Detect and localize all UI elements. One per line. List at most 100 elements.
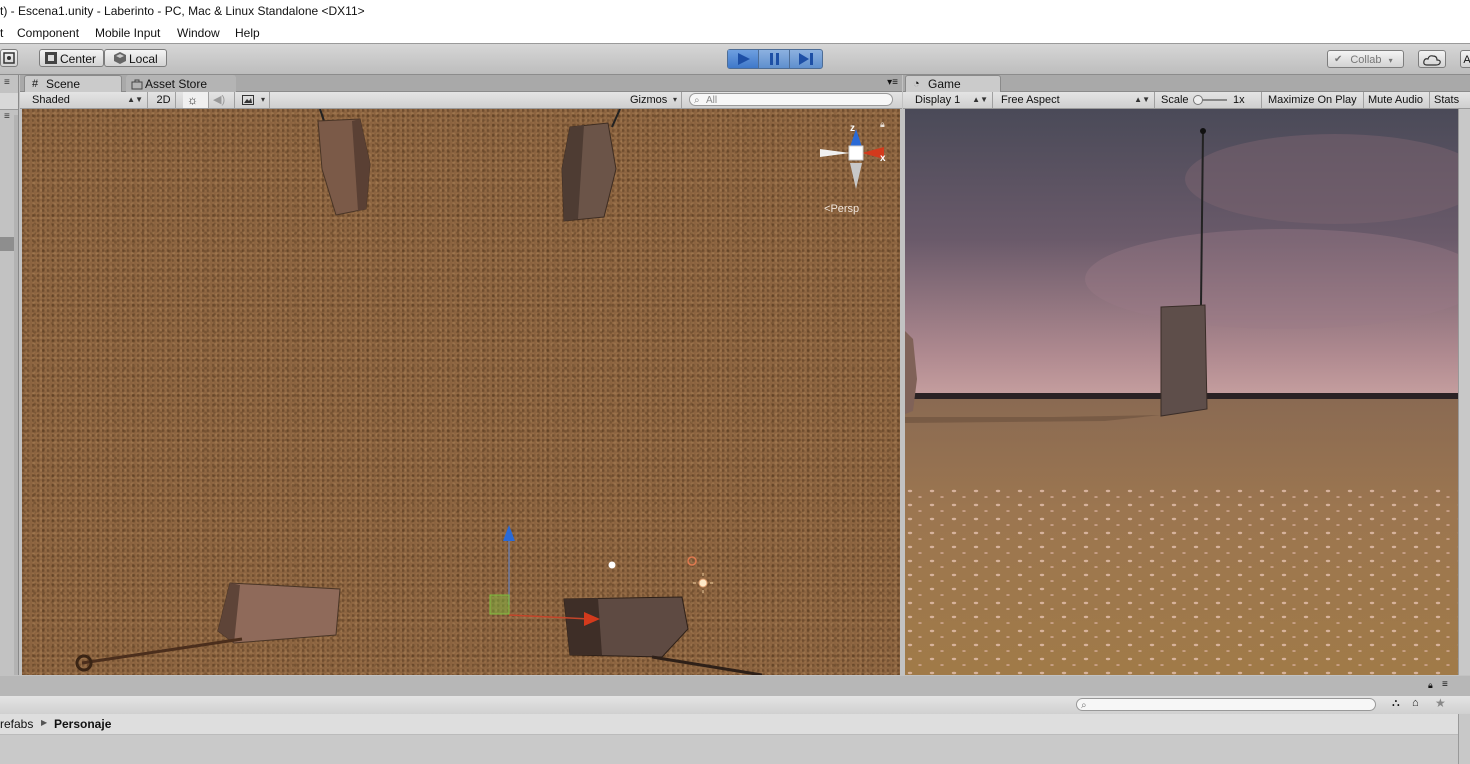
- audio-toggle[interactable]: ◀): [209, 92, 235, 108]
- account-button[interactable]: A: [1460, 50, 1470, 68]
- pause-icon: [770, 53, 779, 65]
- game-icon: ◔: [913, 78, 920, 90]
- pivot-label: Center: [60, 52, 97, 66]
- lighting-toggle[interactable]: ☼: [183, 92, 209, 108]
- ground-pebbles: [905, 489, 1458, 675]
- chevron-icon: ▲▼: [1134, 95, 1150, 104]
- breadcrumb-separator-icon: ▶: [41, 718, 48, 727]
- tower-stone: [1160, 304, 1208, 417]
- chevron-icon: ▲▼: [972, 95, 988, 104]
- scale-control[interactable]: Scale 1x: [1157, 92, 1262, 108]
- star-icon[interactable]: ★: [1435, 696, 1446, 710]
- center-cube: [848, 145, 864, 161]
- gizmos-dropdown[interactable]: Gizmos ▾: [626, 92, 682, 108]
- menu-icon[interactable]: ≡: [1442, 679, 1448, 690]
- space-label: Local: [129, 52, 158, 66]
- grid-icon: #: [32, 78, 39, 90]
- rope-line: [611, 109, 621, 128]
- pivot-local-button[interactable]: Local: [104, 49, 167, 67]
- maximize-on-play-toggle[interactable]: Maximize On Play: [1264, 92, 1364, 108]
- pole-top: [1200, 128, 1206, 134]
- tab-asset-store[interactable]: Asset Store: [126, 75, 236, 92]
- mode-2d-label: 2D: [156, 94, 171, 106]
- game-render: [905, 109, 1458, 675]
- play-button[interactable]: [728, 50, 759, 68]
- project-search-input[interactable]: ⌕: [1076, 698, 1376, 711]
- menu-item-help[interactable]: Help: [235, 26, 260, 40]
- breadcrumb-item[interactable]: refabs: [0, 717, 33, 731]
- hierarchy-panel-edge: ≡ ≡: [0, 75, 19, 675]
- camera-gizmo-icon: [608, 561, 616, 569]
- hierarchy-toolbar-edge: [0, 93, 18, 110]
- pause-button[interactable]: [759, 50, 790, 68]
- scrollbar[interactable]: [14, 115, 18, 675]
- mute-audio-toggle[interactable]: Mute Audio: [1364, 92, 1430, 108]
- scene-viewport[interactable]: z x <Persp 🔒︎: [22, 109, 900, 675]
- panel-menu-icon[interactable]: ▾≡: [887, 77, 898, 88]
- menu-icon[interactable]: ≡: [4, 77, 10, 88]
- menu-item-window[interactable]: Window: [177, 26, 220, 40]
- project-tab-strip: 🔒︎ ≡: [0, 676, 1470, 697]
- tab-scene[interactable]: # Scene: [24, 75, 122, 92]
- step-icon: [799, 53, 813, 65]
- orientation-gizmo[interactable]: [816, 123, 896, 213]
- step-button[interactable]: [790, 50, 821, 68]
- collab-button[interactable]: ✔ Collab ▾: [1327, 50, 1404, 68]
- project-scrollbar[interactable]: [1458, 714, 1470, 764]
- light-gizmo-icon: [687, 556, 697, 566]
- game-viewport[interactable]: [905, 109, 1458, 675]
- check-icon: ✔: [1334, 54, 1343, 65]
- chevron-down-icon: ▾: [1388, 56, 1393, 65]
- menu-icon[interactable]: ≡: [4, 111, 10, 122]
- filter-type-icon[interactable]: ⛬: [1392, 697, 1400, 710]
- mode-2d-toggle[interactable]: 2D: [152, 92, 176, 108]
- scale-label: Scale: [1161, 94, 1189, 106]
- cloud-button[interactable]: [1418, 50, 1446, 68]
- label-icon[interactable]: ⌂: [1412, 697, 1419, 709]
- neg-y-axis-cone: [850, 163, 862, 189]
- menu-item-edit[interactable]: t: [0, 26, 3, 40]
- lock-icon[interactable]: 🔒︎: [880, 119, 885, 130]
- store-icon: [131, 79, 143, 90]
- stats-toggle[interactable]: Stats: [1430, 92, 1470, 108]
- scale-value: 1x: [1233, 94, 1245, 106]
- menu-item-component[interactable]: Component: [17, 26, 79, 40]
- sun-icon: ☼: [187, 93, 198, 107]
- scene-toolbar: Shaded ▲▼ 2D ☼ ◀) ▾ Gizmos ▾ ⌕ All: [20, 92, 902, 109]
- project-panel: 🔒︎ ≡ ⌕ ⛬ ⌂ ★ refabs ▶ Personaje: [0, 676, 1470, 764]
- scale-slider-thumb[interactable]: [1193, 95, 1203, 105]
- mute-label: Mute Audio: [1368, 94, 1424, 106]
- rect-tool-button[interactable]: [0, 49, 18, 67]
- shading-mode-dropdown[interactable]: Shaded ▲▼: [28, 92, 148, 108]
- project-toolbar: ⌕ ⛬ ⌂ ★: [0, 696, 1470, 715]
- axis-label-z: z: [850, 123, 855, 134]
- project-content-area[interactable]: [0, 735, 1460, 764]
- pivot-center-button[interactable]: Center: [39, 49, 104, 67]
- scene-search-input[interactable]: ⌕ All: [689, 93, 893, 106]
- sun-gizmo-icon: [698, 578, 708, 588]
- tab-asset-store-label: Asset Store: [145, 77, 208, 91]
- window-title: t) - Escena1.unity - Laberinto - PC, Mac…: [0, 4, 365, 18]
- tab-game[interactable]: ◔ Game: [905, 75, 1001, 92]
- window-title-bar: t) - Escena1.unity - Laberinto - PC, Mac…: [0, 0, 1470, 24]
- rod-line: [651, 655, 763, 675]
- lock-icon[interactable]: 🔒︎: [1428, 680, 1433, 691]
- effects-dropdown[interactable]: ▾: [238, 92, 270, 108]
- search-icon: ⌕: [694, 95, 700, 106]
- rect-tool-icon: [3, 52, 15, 64]
- breadcrumb: refabs ▶ Personaje: [0, 714, 1460, 735]
- menu-item-mobile-input[interactable]: Mobile Input: [95, 26, 160, 40]
- play-icon: [738, 53, 750, 65]
- menu-bar: t Component Mobile Input Window Help: [0, 24, 1470, 44]
- projection-toggle[interactable]: <Persp: [824, 203, 859, 215]
- display-dropdown[interactable]: Display 1 ▲▼: [911, 92, 993, 108]
- game-scrollbar[interactable]: [1458, 109, 1470, 675]
- scene-tab-bar: # Scene Asset Store ▾≡: [20, 75, 902, 92]
- aspect-value: Free Aspect: [1001, 94, 1060, 106]
- collab-label: Collab: [1350, 54, 1382, 66]
- speaker-icon: ◀): [213, 94, 226, 106]
- scene-search-placeholder: All: [706, 95, 718, 106]
- image-icon: [242, 95, 254, 105]
- aspect-dropdown[interactable]: Free Aspect ▲▼: [997, 92, 1155, 108]
- tab-game-label: Game: [928, 77, 961, 91]
